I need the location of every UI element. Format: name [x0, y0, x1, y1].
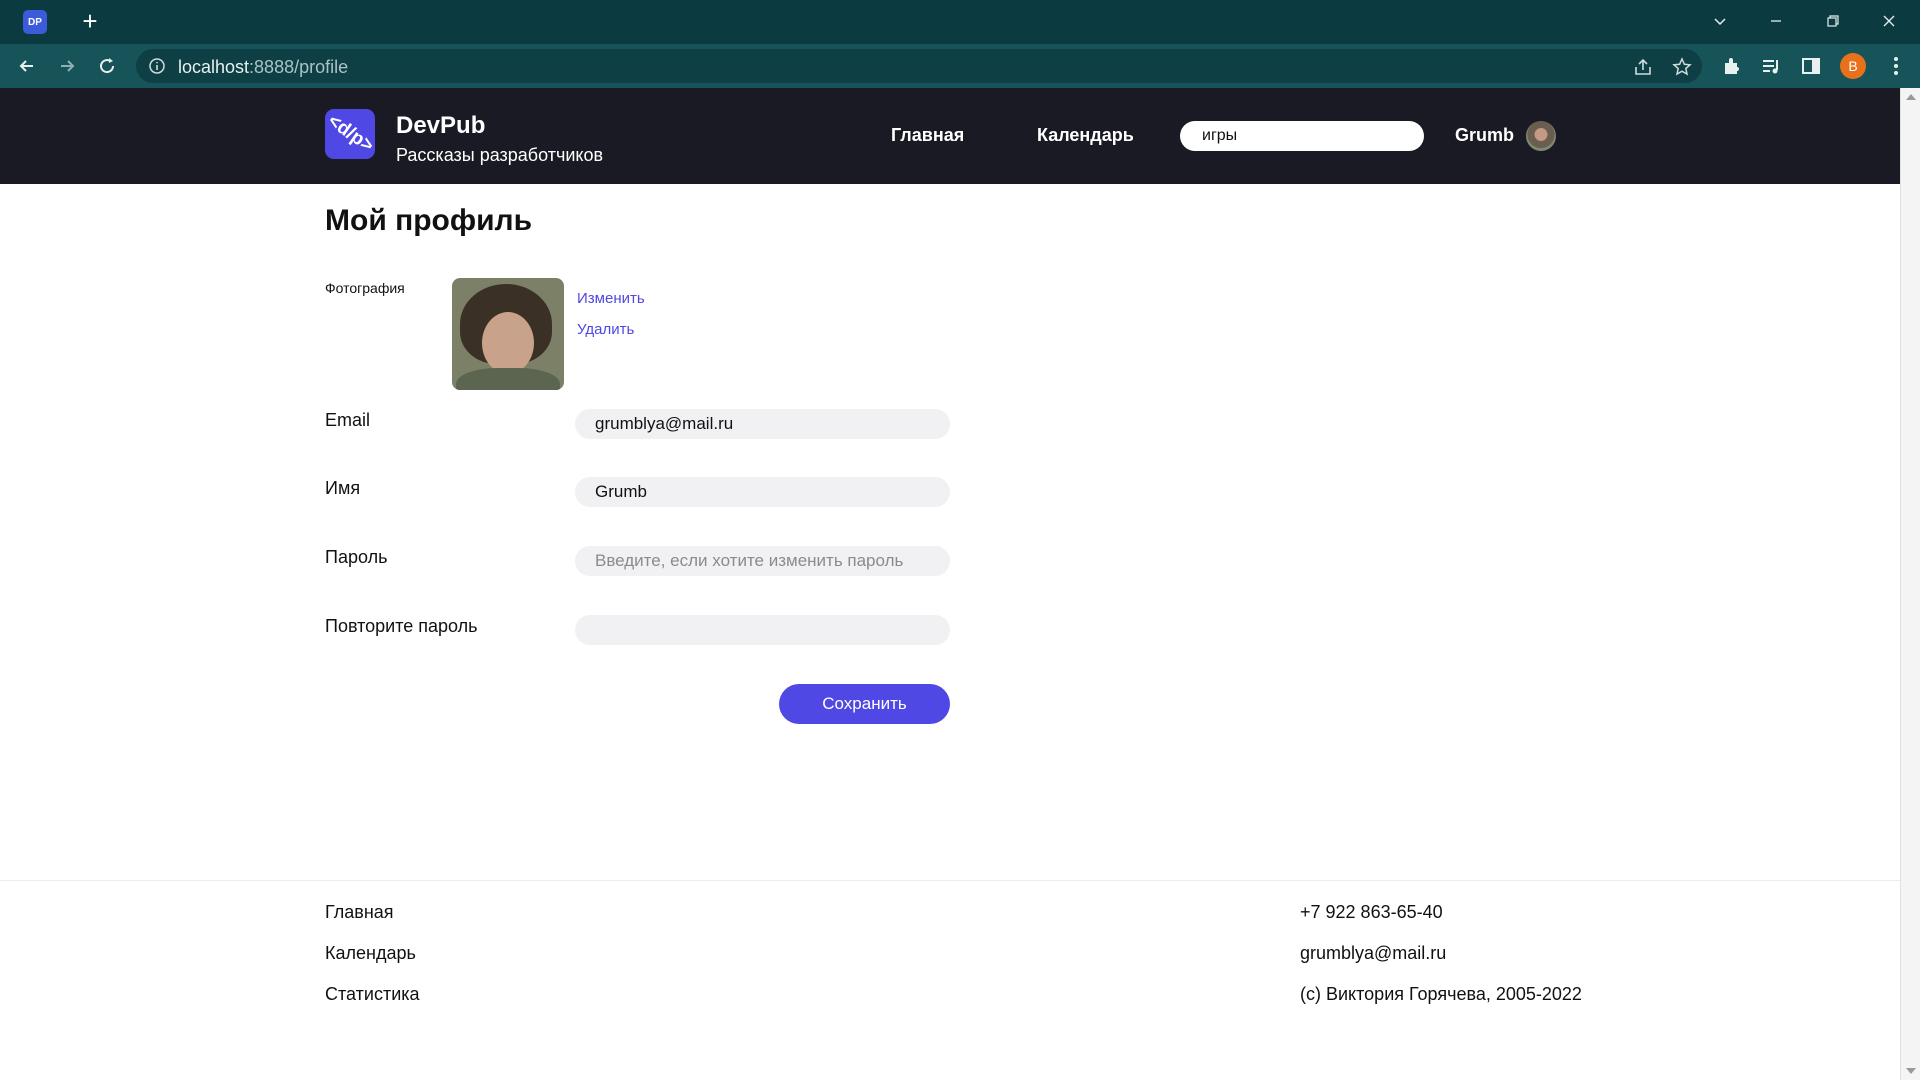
restore-icon[interactable]	[1813, 6, 1853, 36]
forward-arrow-icon[interactable]	[52, 51, 82, 81]
footer-email: grumblya@mail.ru	[1300, 943, 1447, 963]
header-avatar[interactable]	[1526, 121, 1556, 151]
password-label: Пароль	[325, 547, 388, 567]
reload-icon[interactable]	[92, 51, 122, 81]
browser-profile-avatar[interactable]: B	[1840, 53, 1866, 79]
url-text: localhost:8888/profile	[178, 57, 348, 78]
footer-link-home[interactable]: Главная	[325, 902, 394, 923]
save-button[interactable]: Сохранить	[779, 684, 950, 724]
footer-divider	[0, 880, 1900, 881]
site-logo[interactable]: <d/p>	[323, 109, 378, 159]
page-scrollbar[interactable]	[1900, 88, 1920, 1080]
logo-text: <d/p>	[323, 110, 378, 157]
close-window-icon[interactable]	[1869, 6, 1909, 36]
nav-home-link[interactable]: Главная	[891, 125, 964, 146]
site-info-icon[interactable]	[148, 57, 166, 75]
url-path: :8888/profile	[249, 57, 349, 77]
footer-link-calendar[interactable]: Календарь	[325, 943, 416, 964]
name-label: Имя	[325, 478, 361, 498]
footer-link-statistics[interactable]: Статистика	[325, 984, 420, 1005]
brand-tagline: Рассказы разработчиков	[396, 145, 604, 165]
footer-copyright: (c) Виктория Горячева, 2005-2022	[1300, 984, 1582, 1004]
tab-favicon[interactable]: DP	[23, 10, 47, 34]
browser-tab-bar: DP +	[0, 0, 1920, 44]
search-input[interactable]	[1180, 121, 1424, 151]
change-photo-link[interactable]: Изменить	[577, 290, 645, 307]
name-field[interactable]	[575, 477, 950, 507]
media-queue-icon[interactable]	[1760, 55, 1784, 79]
browser-menu-icon[interactable]	[1888, 54, 1904, 78]
extensions-puzzle-icon[interactable]	[1720, 55, 1744, 79]
footer-phone: +7 922 863-65-40	[1300, 902, 1443, 922]
photo-label: Фотография	[325, 280, 405, 296]
email-label: Email	[325, 410, 371, 430]
site-header: <d/p> DevPub Рассказы разработчиков Глав…	[0, 88, 1900, 184]
profile-photo	[452, 278, 564, 390]
url-host: localhost	[178, 57, 250, 77]
address-bar[interactable]: localhost:8888/profile	[136, 49, 1702, 83]
side-panel-icon[interactable]	[1800, 55, 1824, 79]
share-icon[interactable]	[1632, 56, 1654, 78]
tab-search-chevron-icon[interactable]	[1700, 6, 1740, 36]
password-repeat-label: Повторите пароль	[325, 616, 478, 636]
new-tab-button[interactable]: +	[76, 6, 104, 36]
back-arrow-icon[interactable]	[12, 51, 42, 81]
email-field[interactable]	[575, 409, 950, 439]
page-title: Мой профиль	[325, 204, 533, 237]
bookmark-star-icon[interactable]	[1671, 56, 1693, 78]
brand-name[interactable]: DevPub	[396, 112, 485, 140]
nav-calendar-link[interactable]: Календарь	[1037, 125, 1134, 146]
password-field[interactable]	[575, 546, 950, 576]
minimize-icon[interactable]	[1756, 6, 1796, 36]
browser-toolbar: localhost:8888/profile B	[0, 44, 1920, 88]
password-repeat-field[interactable]	[575, 615, 950, 645]
scroll-up-arrow-icon[interactable]	[1906, 94, 1916, 100]
header-username[interactable]: Grumb	[1455, 125, 1514, 146]
scroll-down-arrow-icon[interactable]	[1906, 1068, 1916, 1074]
delete-photo-link[interactable]: Удалить	[577, 321, 634, 338]
